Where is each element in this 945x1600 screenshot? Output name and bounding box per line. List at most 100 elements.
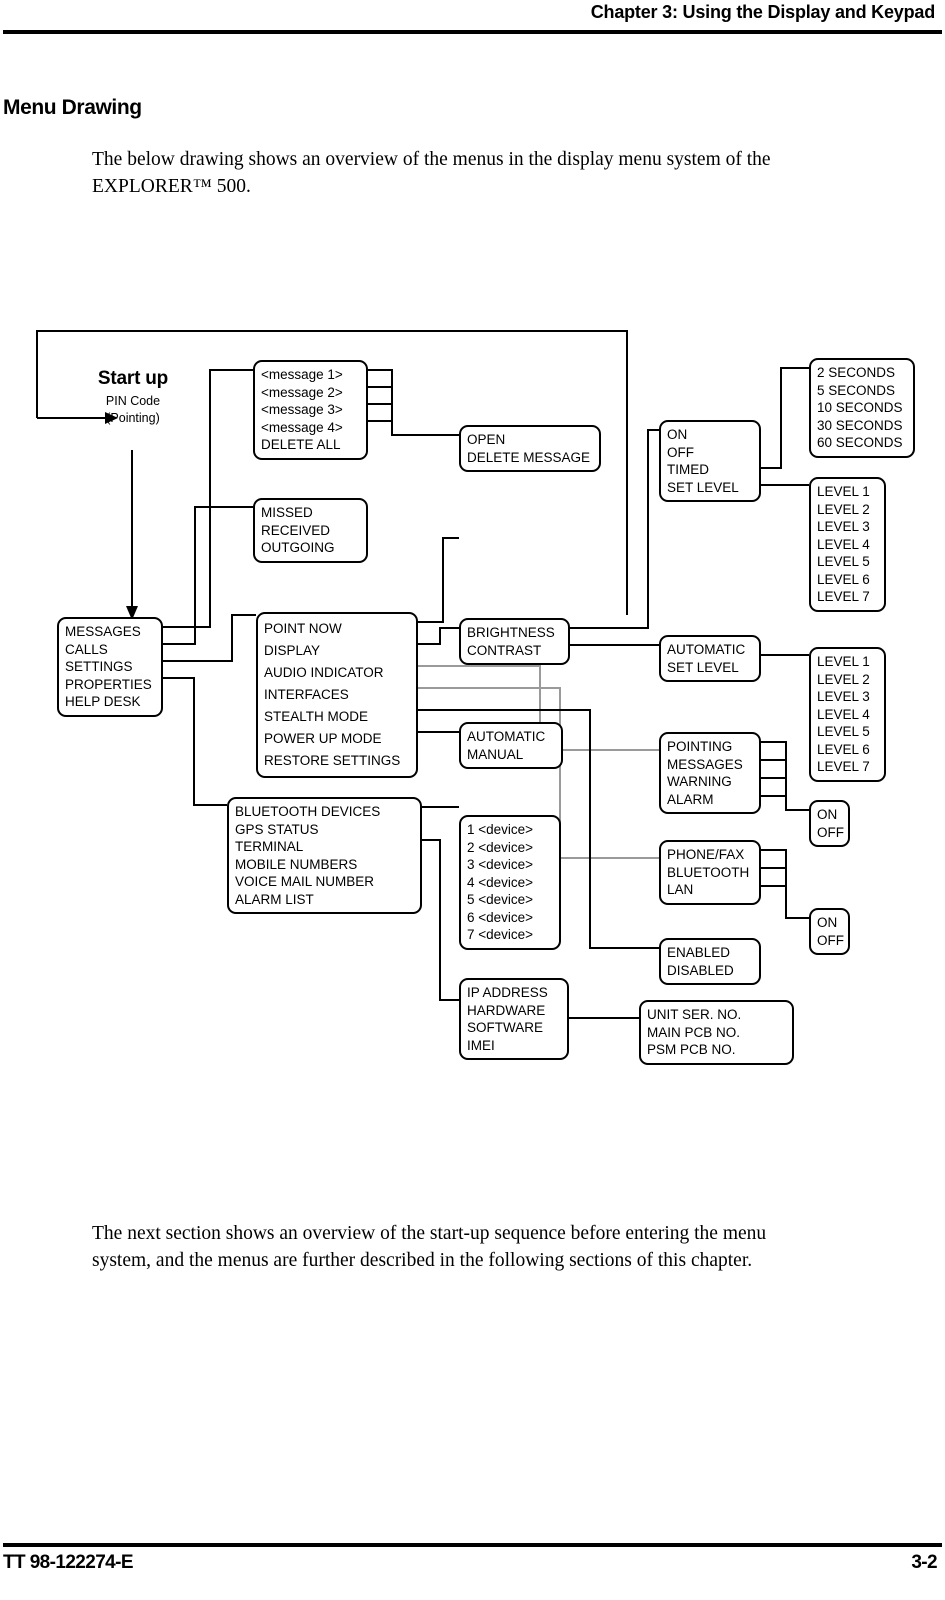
- list-item: TIMED: [667, 462, 709, 477]
- list-item: DISPLAY: [264, 643, 321, 658]
- list-item: <message 4>: [261, 419, 343, 435]
- chapter-title: Chapter 3: Using the Display and Keypad: [590, 2, 935, 22]
- list-item: LEVEL 3: [817, 519, 870, 534]
- list-item: LEVEL 3: [817, 689, 870, 704]
- list-item: LEVEL 4: [817, 706, 870, 722]
- node-hardware-info[interactable]: UNIT SER. NO. MAIN PCB NO. PSM PCB NO.: [639, 1000, 794, 1065]
- list-item: <message 3>: [261, 402, 343, 417]
- list-item: AUTOMATIC: [467, 729, 546, 744]
- list-item: HARDWARE: [467, 1002, 546, 1018]
- footer-doc-number: TT 98-122274-E: [3, 1552, 134, 1573]
- startup-label-group: Start up PIN Code (Pointing): [58, 368, 208, 427]
- list-item: 10 SECONDS: [817, 400, 903, 415]
- list-item: OPEN: [467, 432, 506, 447]
- sidebar-item-properties: PROPERTIES: [65, 676, 152, 692]
- list-item: WARNING: [667, 774, 732, 789]
- node-calls-list[interactable]: MISSED RECEIVED OUTGOING: [253, 498, 368, 563]
- list-item: 3 <device>: [467, 857, 534, 872]
- list-item: SOFTWARE: [467, 1020, 543, 1035]
- list-item: ALARM: [667, 791, 714, 807]
- list-item: VOICE MAIL NUMBER: [235, 874, 375, 889]
- page-header: Chapter 3: Using the Display and Keypad: [0, 0, 945, 40]
- list-item: RECEIVED: [261, 522, 331, 538]
- sidebar-item-settings: SETTINGS: [65, 659, 133, 674]
- list-item: POWER UP MODE: [264, 731, 382, 746]
- node-main-menu[interactable]: MESSAGES CALLS SETTINGS PROPERTIES HELP …: [57, 617, 163, 717]
- list-item: BLUETOOTH DEVICES: [235, 804, 381, 819]
- list-item: LAN: [667, 882, 694, 897]
- list-item: PHONE/FAX: [667, 847, 745, 862]
- list-item: RESTORE SETTINGS: [264, 753, 401, 768]
- footer-rule: [3, 1543, 942, 1547]
- node-interfaces-list[interactable]: PHONE/FAX BLUETOOTH LAN: [659, 840, 761, 905]
- node-terminal-list[interactable]: IP ADDRESS HARDWARE SOFTWARE IMEI: [459, 978, 569, 1060]
- list-item: LEVEL 2: [817, 671, 870, 687]
- node-bluetooth-devices[interactable]: 1 <device> 2 <device> 3 <device> 4 <devi…: [459, 815, 561, 950]
- list-item: LEVEL 7: [817, 759, 870, 774]
- sidebar-item-help-desk: HELP DESK: [65, 694, 141, 709]
- list-item: SET LEVEL: [667, 659, 739, 675]
- list-item: 1 <device>: [467, 822, 534, 837]
- list-item: 6 <device>: [467, 909, 534, 925]
- list-item: 2 SECONDS: [817, 365, 896, 380]
- list-item: LEVEL 2: [817, 501, 870, 517]
- list-item: STEALTH MODE: [264, 709, 369, 724]
- list-item: CONTRAST: [467, 642, 542, 658]
- list-item: SET LEVEL: [667, 479, 739, 495]
- node-power-up-mode[interactable]: AUTOMATIC MANUAL: [459, 722, 563, 769]
- list-item: LEVEL 5: [817, 724, 870, 739]
- list-item: MOBILE NUMBERS: [235, 856, 358, 872]
- list-item: MISSED: [261, 505, 313, 520]
- node-settings-list[interactable]: POINT NOW DISPLAY AUDIO INDICATOR INTERF…: [256, 612, 418, 778]
- list-item: LEVEL 6: [817, 741, 870, 757]
- list-item: LEVEL 5: [817, 554, 870, 569]
- menu-drawing-diagram: Start up PIN Code (Pointing) <message 1>…: [0, 310, 945, 1100]
- node-backlight-list[interactable]: ON OFF TIMED SET LEVEL: [659, 420, 761, 502]
- node-messages-list[interactable]: <message 1> <message 2> <message 3> <mes…: [253, 360, 368, 460]
- page-title: Menu Drawing: [3, 96, 142, 119]
- list-item: OUTGOING: [261, 540, 335, 555]
- node-interfaces-on-off[interactable]: ON OFF: [809, 908, 850, 955]
- list-item: INTERFACES: [264, 687, 349, 702]
- header-rule: [3, 30, 942, 34]
- closing-paragraph: The next section shows an overview of th…: [92, 1223, 767, 1271]
- list-item: LEVEL 6: [817, 571, 870, 587]
- startup-pin-code: PIN Code: [105, 394, 161, 408]
- list-item: DELETE ALL: [261, 437, 341, 452]
- list-item: PSM PCB NO.: [647, 1042, 736, 1057]
- list-item: OFF: [817, 824, 844, 840]
- node-contrast-levels[interactable]: LEVEL 1 LEVEL 2 LEVEL 3 LEVEL 4 LEVEL 5 …: [809, 647, 886, 782]
- list-item: 30 SECONDS: [817, 417, 903, 433]
- node-stealth-mode[interactable]: ENABLED DISABLED: [659, 938, 761, 985]
- node-message-actions[interactable]: OPEN DELETE MESSAGE: [459, 425, 601, 472]
- list-item: MANUAL: [467, 746, 524, 762]
- list-item: ON: [667, 427, 688, 442]
- list-item: AUDIO INDICATOR: [264, 665, 384, 680]
- arrowheads: [105, 412, 138, 620]
- list-item: POINT NOW: [264, 621, 342, 636]
- node-brightness-levels[interactable]: LEVEL 1 LEVEL 2 LEVEL 3 LEVEL 4 LEVEL 5 …: [809, 477, 886, 612]
- list-item: MAIN PCB NO.: [647, 1024, 741, 1040]
- list-item: ON: [817, 915, 838, 930]
- node-display-list[interactable]: BRIGHTNESS CONTRAST: [459, 618, 570, 665]
- list-item: 4 <device>: [467, 874, 534, 890]
- list-item: UNIT SER. NO.: [647, 1007, 742, 1022]
- list-item: LEVEL 1: [817, 654, 870, 669]
- list-item: DELETE MESSAGE: [467, 449, 591, 465]
- list-item: 5 SECONDS: [817, 382, 896, 398]
- node-audio-on-off[interactable]: ON OFF: [809, 800, 850, 847]
- node-audio-indicator-list[interactable]: POINTING MESSAGES WARNING ALARM: [659, 732, 761, 814]
- list-item: ENABLED: [667, 945, 731, 960]
- footer-page-number: 3-2: [911, 1552, 937, 1573]
- list-item: DISABLED: [667, 962, 734, 978]
- list-item: AUTOMATIC: [667, 642, 746, 657]
- list-item: POINTING: [667, 739, 733, 754]
- sidebar-item-messages: MESSAGES: [65, 624, 141, 639]
- list-item: IMEI: [467, 1037, 495, 1053]
- node-contrast-mode[interactable]: AUTOMATIC SET LEVEL: [659, 635, 761, 682]
- list-item: BRIGHTNESS: [467, 625, 555, 640]
- list-item: IP ADDRESS: [467, 985, 548, 1000]
- node-properties-list[interactable]: BLUETOOTH DEVICES GPS STATUS TERMINAL MO…: [227, 797, 422, 914]
- list-item: LEVEL 7: [817, 589, 870, 604]
- node-timed-seconds[interactable]: 2 SECONDS 5 SECONDS 10 SECONDS 30 SECOND…: [809, 358, 915, 458]
